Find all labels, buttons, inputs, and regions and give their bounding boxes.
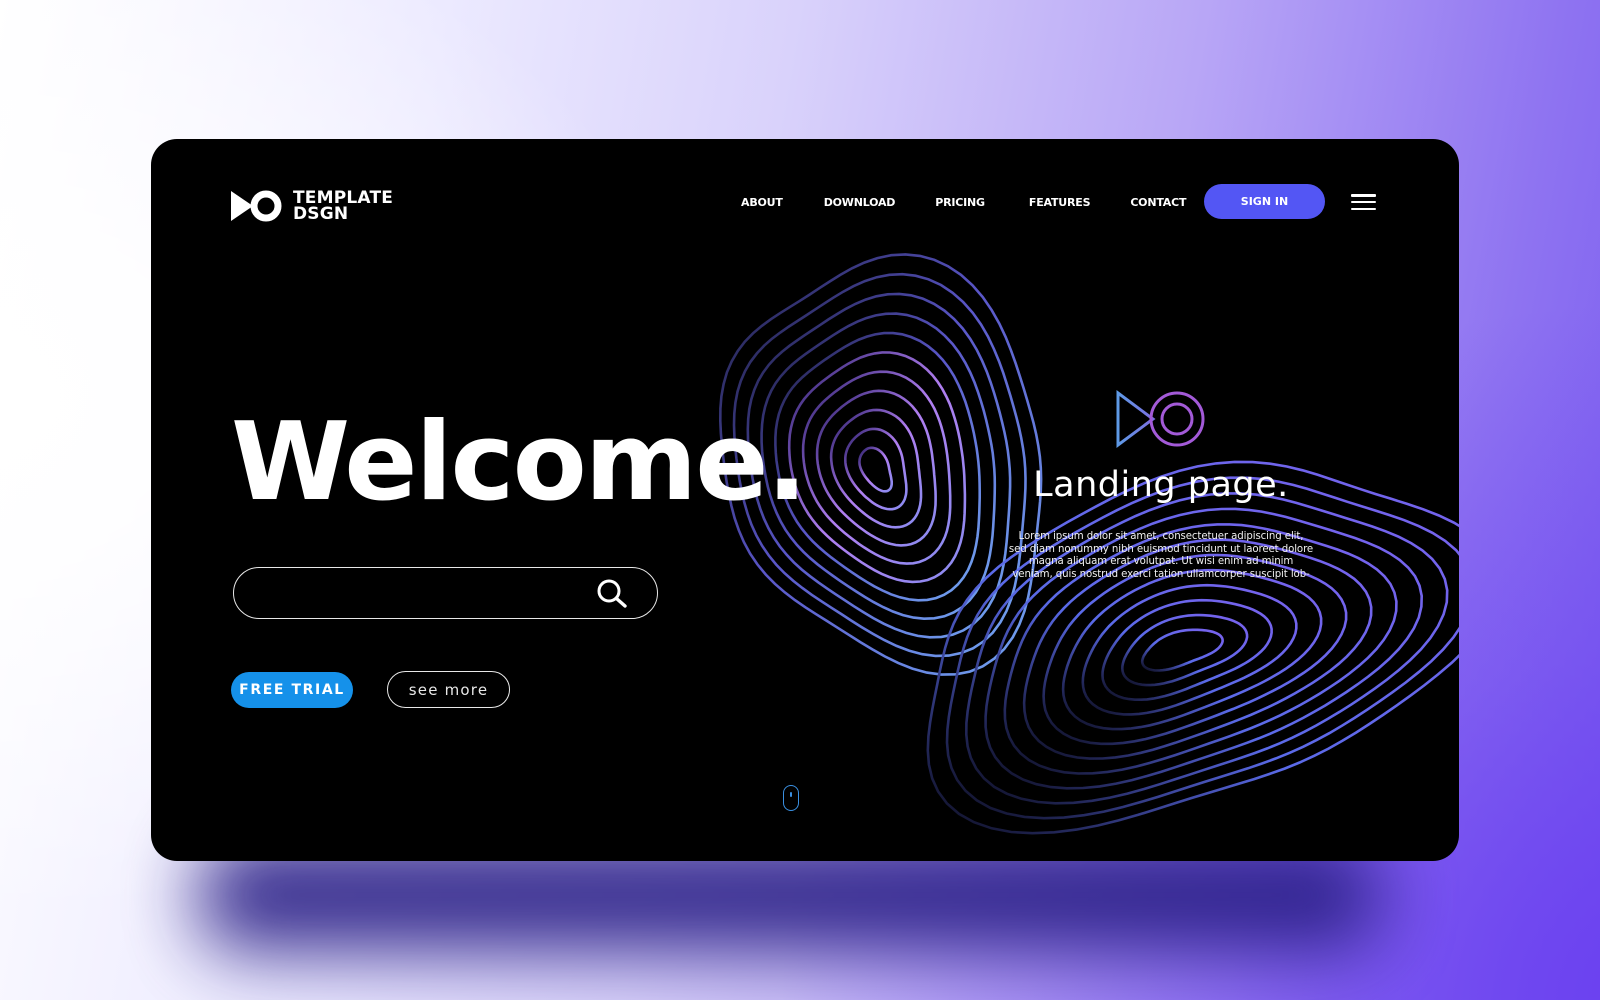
search-input[interactable] <box>254 568 574 618</box>
description-line: sed diam nonummy nibh euismod tincidunt … <box>1008 543 1314 555</box>
landing-card: TEMPLATE DSGN ABOUT DOWNLOAD PRICING FEA… <box>151 139 1459 861</box>
search-box <box>233 567 658 619</box>
contour-ring <box>1042 553 1348 746</box>
feature-title: Landing page. <box>1033 465 1289 505</box>
contour-ring <box>858 446 893 493</box>
contour-ring <box>844 427 908 511</box>
feature-description: Lorem ipsum dolor sit amet, consectetuer… <box>1006 531 1316 581</box>
free-trial-button[interactable]: FREE TRIAL <box>231 672 353 708</box>
play-circle-outline-logo-icon <box>1116 390 1205 448</box>
contour-ring <box>829 408 923 529</box>
description-line: magna aliquam erat volutpat. Ut wisi eni… <box>1028 556 1294 567</box>
contour-ring <box>1120 613 1249 687</box>
search-icon[interactable] <box>595 578 629 610</box>
description-line: Lorem ipsum dolor sit amet, consectetuer… <box>1018 531 1304 542</box>
feature-block: Landing page. Lorem ipsum dolor sit amet… <box>1006 389 1316 581</box>
description-line: veniam, quis nostrud exerci tation ullam… <box>1012 568 1310 580</box>
hero-title: Welcome. <box>231 400 808 525</box>
contour-ring <box>1140 628 1224 672</box>
see-more-button[interactable]: see more <box>387 671 510 708</box>
